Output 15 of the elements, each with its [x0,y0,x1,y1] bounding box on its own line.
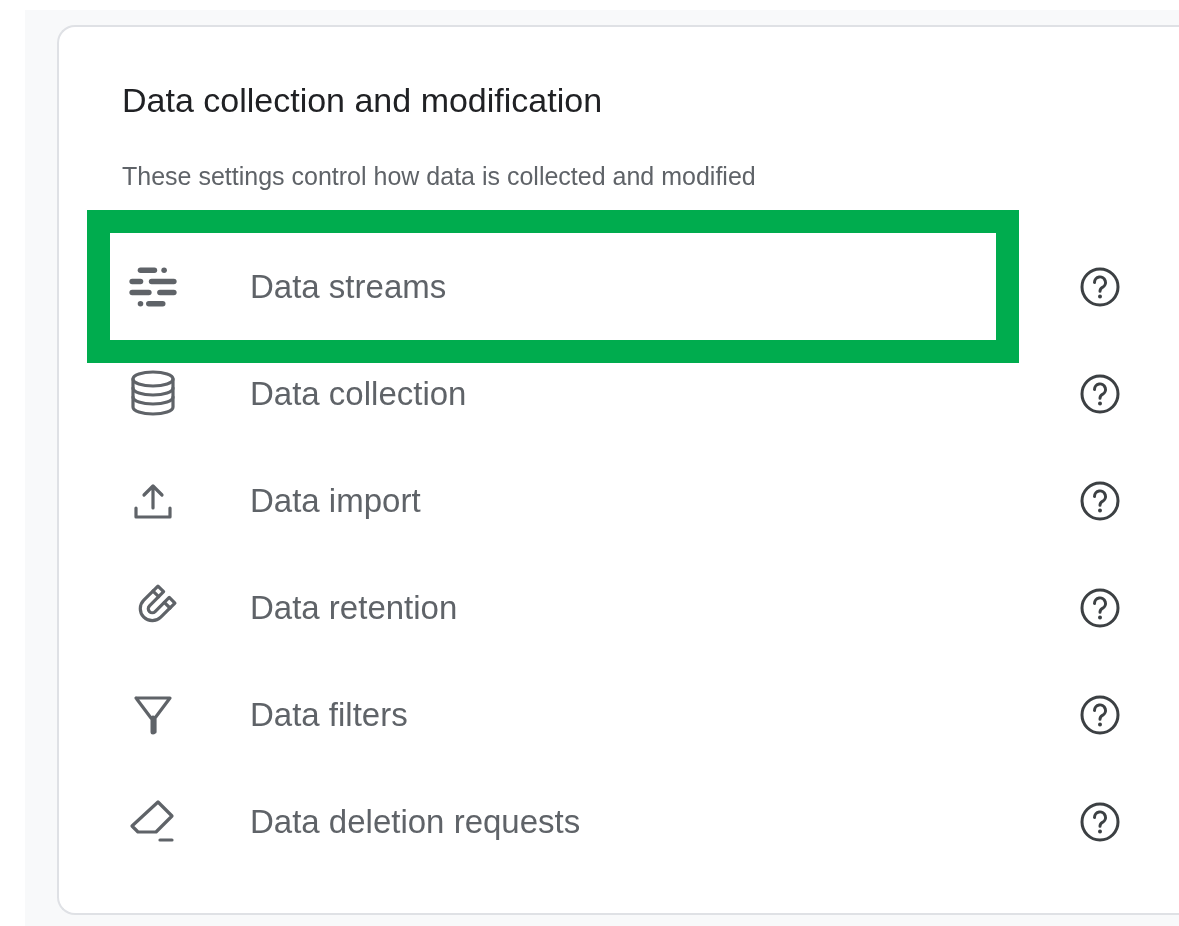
settings-link[interactable]: Data deletion requests [250,802,581,841]
help-icon[interactable] [1079,479,1121,522]
card-subtitle: These settings control how data is collected and modified [122,161,757,192]
card-title: Data collection and modification [122,80,604,120]
settings-link[interactable]: Data collection [250,374,467,413]
database-icon [128,368,178,419]
settings-link[interactable]: Data retention [250,588,458,627]
help-icon[interactable] [1079,693,1121,736]
settings-link[interactable]: Data filters [250,695,408,734]
settings-link[interactable]: Data import [250,481,421,520]
settings-link[interactable]: Data streams [250,267,447,306]
help-icon[interactable] [1079,586,1121,629]
help-icon[interactable] [1079,372,1121,415]
help-icon[interactable] [1079,265,1121,308]
help-icon[interactable] [1079,800,1121,843]
